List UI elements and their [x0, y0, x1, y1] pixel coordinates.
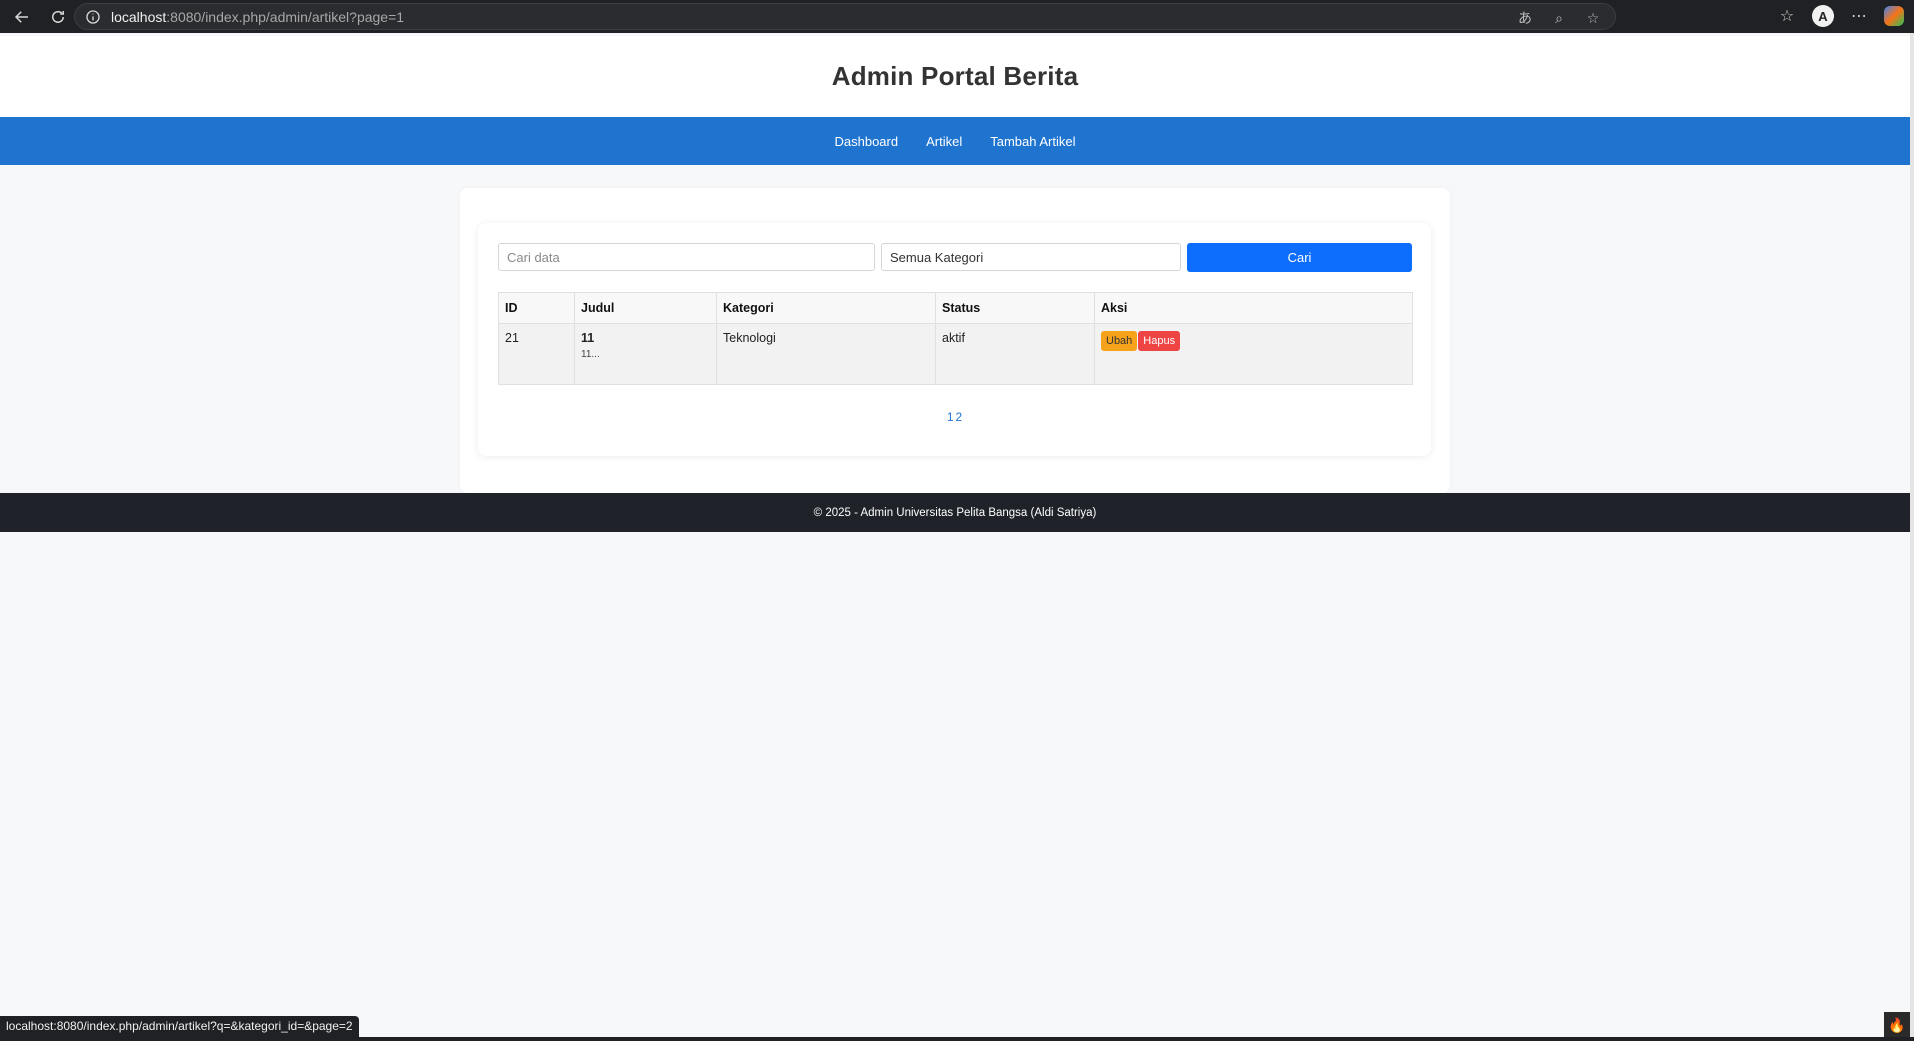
url-host: localhost [111, 8, 167, 25]
cell-aksi: Ubah Hapus [1094, 323, 1413, 385]
category-select[interactable]: Semua Kategori [881, 243, 1181, 271]
flame-icon[interactable]: 🔥 [1884, 1012, 1910, 1038]
address-bar[interactable]: localhost:8080/index.php/admin/artikel?p… [74, 3, 1616, 30]
footer-copyright: © 2025 - Admin Universitas Pelita Bangsa… [813, 506, 1097, 519]
url-path: :8080/index.php/admin/artikel?page=1 [166, 8, 405, 25]
translate-icon[interactable]: あ [1515, 8, 1535, 28]
cell-id: 21 [498, 323, 575, 385]
page-scrollbar[interactable] [1910, 33, 1914, 1038]
favorites-icon[interactable]: ☆ [1774, 3, 1800, 29]
column-header-status: Status [935, 292, 1095, 324]
zoom-icon[interactable]: ⌕ [1549, 8, 1569, 28]
article-table: ID Judul Kategori Status Aksi 21 11 11..… [498, 292, 1413, 385]
profile-icon[interactable]: A [1812, 5, 1834, 27]
status-link-preview: localhost:8080/index.php/admin/artikel?q… [0, 1016, 359, 1037]
page-title: Admin Portal Berita [831, 61, 1079, 91]
nav-item-dashboard[interactable]: Dashboard [835, 134, 899, 149]
article-title: 11 [581, 331, 595, 345]
browser-toolbar: localhost:8080/index.php/admin/artikel?p… [0, 0, 1914, 33]
nav-item-artikel[interactable]: Artikel [926, 134, 962, 149]
main-nav: Dashboard Artikel Tambah Artikel [0, 117, 1910, 165]
content-container: Semua Kategori Cari ID Judul Kategori St… [460, 188, 1450, 493]
article-card: Semua Kategori Cari ID Judul Kategori St… [478, 223, 1431, 456]
reload-icon[interactable] [44, 3, 72, 31]
column-header-aksi: Aksi [1094, 292, 1413, 324]
page-link-1[interactable]: 1 [947, 410, 954, 424]
back-icon[interactable] [8, 3, 36, 31]
site-header: Admin Portal Berita [0, 36, 1910, 117]
nav-item-tambah-artikel[interactable]: Tambah Artikel [990, 134, 1075, 149]
info-icon[interactable] [85, 9, 101, 25]
more-icon[interactable]: ⋯ [1846, 3, 1872, 29]
delete-button[interactable]: Hapus [1138, 331, 1181, 351]
table-row: 21 11 11... Teknologi aktif Ubah Hapus [498, 323, 1413, 385]
pagination: 12 [478, 408, 1431, 426]
column-header-judul: Judul [574, 292, 717, 324]
site-footer: © 2025 - Admin Universitas Pelita Bangsa… [0, 493, 1910, 532]
search-input[interactable] [498, 243, 875, 271]
copilot-icon[interactable] [1884, 6, 1904, 26]
cell-kategori: Teknologi [716, 323, 936, 385]
column-header-kategori: Kategori [716, 292, 936, 324]
search-button[interactable]: Cari [1187, 243, 1412, 272]
table-header-row: ID Judul Kategori Status Aksi [498, 292, 1413, 324]
page-link-2[interactable]: 2 [956, 410, 963, 424]
column-header-id: ID [498, 292, 575, 324]
edit-button[interactable]: Ubah [1101, 331, 1138, 351]
article-excerpt: 11... [581, 349, 600, 360]
star-icon[interactable]: ☆ [1583, 8, 1603, 28]
cell-judul: 11 11... [574, 323, 717, 385]
window-bottom-edge [0, 1037, 1914, 1041]
cell-status: aktif [935, 323, 1095, 385]
